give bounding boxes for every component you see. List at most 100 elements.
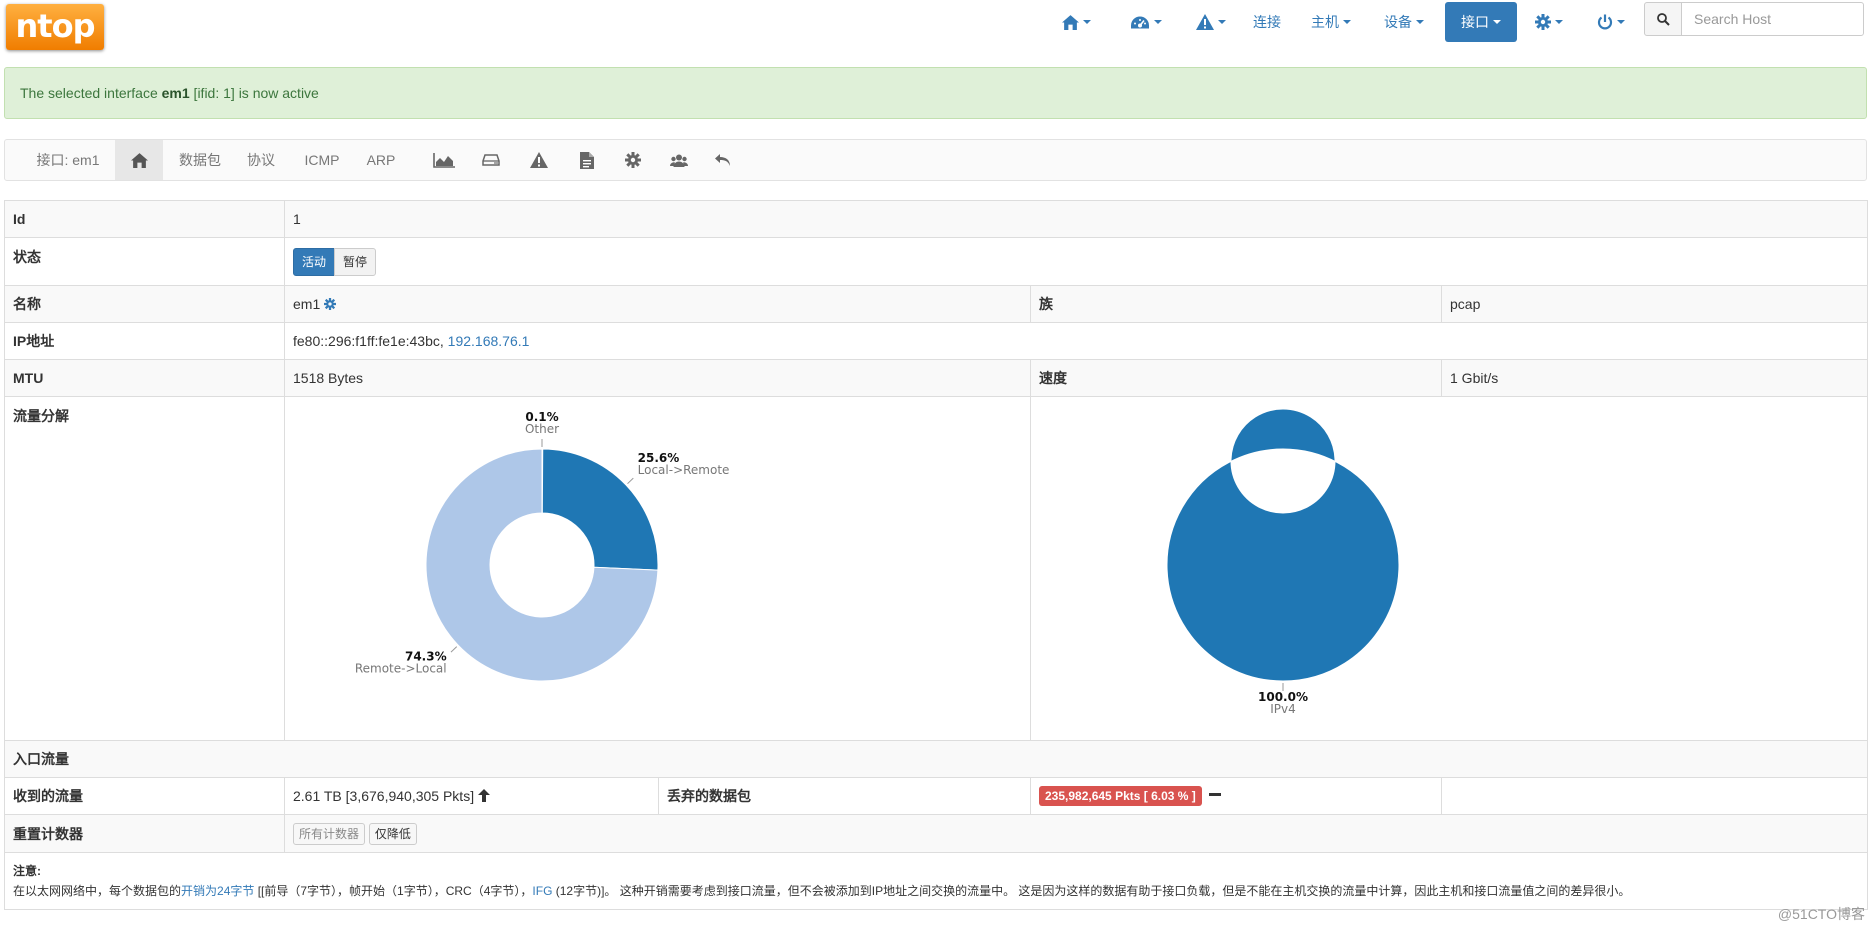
subnav-tab-arp[interactable]: ARP: [359, 140, 403, 180]
row-state: 状态 活动 暂停: [4, 237, 1869, 286]
note-text-post: (12字节)]。 这种开销需要考虑到接口流量，但不会被添加到IP地址之间交换的流…: [552, 884, 1631, 898]
subnav-tab-back[interactable]: [705, 140, 741, 180]
subnav-tab-reports[interactable]: [569, 140, 605, 180]
alert-text-prefix: The selected interface: [20, 85, 162, 101]
dashboard-icon: [1131, 16, 1149, 28]
dropped-empty-cell: [1440, 777, 1869, 815]
home-icon: [130, 152, 148, 168]
subnav-tab-alerts[interactable]: [521, 140, 557, 180]
name-label: 名称: [4, 285, 285, 323]
subnav-tab-pools[interactable]: [661, 140, 697, 180]
row-id: Id 1: [4, 200, 1869, 238]
nav-interfaces[interactable]: 接口: [1445, 2, 1517, 42]
interface-info-table: Id 1 状态 活动 暂停 名称 em1 族 pcap IP地址 fe80::29…: [3, 200, 1869, 910]
users-icon: [670, 154, 688, 167]
name-value: em1: [293, 296, 321, 312]
ntop-logo[interactable]: ntop: [6, 4, 104, 50]
row-name: 名称 em1 族 pcap: [4, 285, 1869, 323]
id-label: Id: [4, 200, 285, 238]
gear-icon: [1535, 14, 1551, 30]
row-traffic-breakdown: 流量分解 0.1% Other 25.6% Local->Remote 74.3% Rem…: [4, 396, 1869, 741]
nav-power[interactable]: [1588, 2, 1634, 42]
home-icon: [1061, 14, 1079, 30]
ip-label: IP地址: [4, 322, 285, 360]
subnav-tab-icmp[interactable]: ICMP: [297, 140, 347, 180]
search-host-input[interactable]: [1681, 2, 1864, 36]
navbar: ntop 连接 主机 设备 接口: [0, 0, 1871, 54]
caret-down-icon: [1555, 20, 1563, 24]
breakdown-chart-cell-2: 0.0%Other100.0%IPv4: [1029, 396, 1869, 741]
note-title: 注意:: [13, 864, 41, 878]
speed-label: 速度: [1030, 359, 1442, 397]
ingress-label: 入口流量: [3, 740, 1869, 778]
ip-v4-link[interactable]: 192.168.76.1: [448, 333, 530, 349]
area-chart-icon: [433, 152, 455, 168]
donut2-slice-ipv4[interactable]: [1166, 408, 1400, 682]
reset-all-counters-button[interactable]: 所有计数器: [293, 822, 366, 845]
state-label: 状态: [4, 237, 285, 286]
alert-interface-name: em1: [161, 85, 190, 101]
reset-cell: 所有计数器 仅降低: [283, 814, 1869, 853]
donut1-category-label-other: Other: [525, 422, 559, 436]
id-value: 1: [283, 200, 1869, 238]
gear-icon: [625, 152, 641, 168]
caret-down-icon: [1218, 20, 1226, 24]
traffic-direction-donut-chart: 0.1%Other25.6%Local->Remote74.3%Remote->…: [355, 410, 730, 682]
nav-dashboard[interactable]: [1117, 2, 1175, 42]
speed-value: 1 Gbit/s: [1440, 359, 1869, 397]
row-ingress: 入口流量: [3, 740, 1869, 778]
ethernet-note: 注意: 在以太网网络中，每个数据包的开销为24字节 [[前导（7字节），帧开始（…: [3, 852, 1869, 910]
row-ip: IP地址 fe80::296:f1ff:fe1e:43bc, 192.168.7…: [4, 322, 1869, 360]
note-text-pre: 在以太网网络中，每个数据包的: [13, 884, 182, 898]
ip-v6-value: fe80::296:f1ff:fe1e:43bc,: [293, 333, 448, 349]
nav-flows-label: 连接: [1253, 14, 1281, 30]
subnav-tab-charts[interactable]: [425, 140, 463, 180]
nav-hosts-label: 主机: [1311, 14, 1339, 30]
dropped-label: 丢弃的数据包: [658, 777, 1031, 815]
note-overhead-link[interactable]: 开销为24字节: [181, 884, 254, 898]
state-active-button[interactable]: 活动: [293, 247, 336, 276]
arrow-up-icon: [477, 789, 490, 802]
note-ifg-link[interactable]: IFG: [532, 884, 552, 898]
reset-drops-button[interactable]: 仅降低: [368, 822, 417, 845]
nav-hosts[interactable]: 主机: [1305, 2, 1357, 42]
search-icon: [1656, 12, 1670, 26]
donut1-category-label-remote-local: Remote->Local: [355, 661, 447, 675]
interface-subnav: 接口: em1 数据包 协议 ICMP ARP: [4, 139, 1867, 181]
subnav-tab-home[interactable]: [115, 140, 163, 180]
minus-icon: [1208, 793, 1221, 796]
nav-devices-label: 设备: [1384, 14, 1412, 30]
received-value: 2.61 TB [3,676,940,305 Pkts]: [293, 788, 475, 804]
subnav-tab-protocols[interactable]: 协议: [239, 140, 283, 180]
donut1-category-label-local-remote: Local->Remote: [638, 463, 730, 477]
donut1-leader-local-remote: [627, 477, 634, 485]
nav-interfaces-label: 接口: [1461, 14, 1489, 30]
nav-home[interactable]: [1050, 2, 1102, 42]
breakdown-label: 流量分解: [4, 396, 285, 741]
received-label: 收到的流量: [4, 777, 285, 815]
mtu-label: MTU: [4, 359, 285, 397]
undo-icon: [715, 153, 730, 166]
nav-settings[interactable]: [1526, 2, 1572, 42]
subnav-interface-label: 接口: em1: [36, 152, 100, 168]
nav-alerts[interactable]: [1184, 2, 1238, 42]
row-mtu: MTU 1518 Bytes 速度 1 Gbit/s: [4, 359, 1869, 397]
gear-icon[interactable]: [324, 298, 337, 310]
ip-version-donut-chart: 0.0%Other100.0%IPv4: [1166, 408, 1400, 716]
search-button[interactable]: [1644, 2, 1682, 36]
note-body: 在以太网网络中，每个数据包的开销为24字节 [[前导（7字节），帧开始（1字节）…: [13, 881, 1859, 901]
subnav-tab-settings[interactable]: [615, 140, 651, 180]
caret-down-icon: [1416, 20, 1424, 24]
row-received: 收到的流量 2.61 TB [3,676,940,305 Pkts] 丢弃的数据…: [4, 777, 1869, 815]
subnav-tab-packets[interactable]: 数据包: [171, 140, 229, 180]
file-icon: [580, 151, 594, 169]
state-paused-button[interactable]: 暂停: [334, 247, 377, 276]
row-note: 注意: 在以太网网络中，每个数据包的开销为24字节 [[前导（7字节），帧开始（…: [3, 852, 1869, 910]
subnav-tab-disk[interactable]: [473, 140, 509, 180]
row-reset: 重置计数器 所有计数器 仅降低: [4, 814, 1869, 853]
nav-flows[interactable]: 连接: [1247, 2, 1287, 42]
mtu-value: 1518 Bytes: [284, 359, 1031, 397]
donut2-category-label-ipv4: IPv4: [1270, 702, 1296, 716]
caret-down-icon: [1617, 20, 1625, 24]
nav-devices[interactable]: 设备: [1377, 2, 1431, 42]
